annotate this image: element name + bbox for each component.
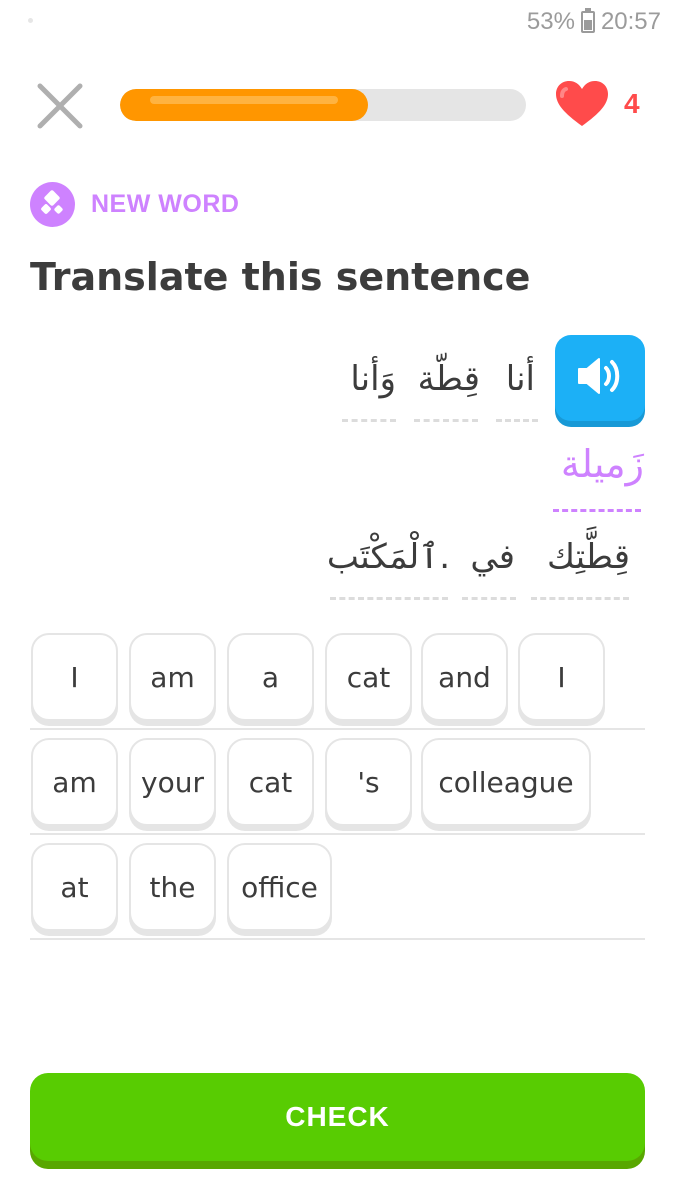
lesson-progress-bar: [120, 89, 526, 121]
play-audio-button[interactable]: [555, 335, 645, 421]
status-bar: 53% 20:57: [0, 0, 675, 46]
lesson-screen: 53% 20:57 4 NEW WORD Translate this sent…: [0, 0, 675, 1200]
word-chip[interactable]: office: [227, 843, 332, 931]
new-word-icon: [30, 182, 75, 227]
word-underline: [462, 597, 516, 600]
status-right: 53% 20:57: [527, 8, 661, 36]
word-chip[interactable]: I: [31, 633, 118, 721]
word-chip[interactable]: cat: [227, 738, 314, 826]
word-underline: [496, 419, 538, 422]
battery-percent: 53%: [526, 8, 575, 35]
word-chip[interactable]: am: [129, 633, 216, 721]
hearts-indicator[interactable]: 4: [554, 80, 640, 128]
sentence-word[interactable]: قِطَّتِك: [547, 540, 630, 574]
word-bank-line: [30, 728, 645, 730]
new-word-underline: [553, 509, 641, 512]
progress-shine: [150, 96, 338, 104]
sentence-word[interactable]: ٱلْمَكْتَب.: [327, 540, 450, 574]
hearts-count: 4: [624, 88, 640, 119]
heart-icon: [556, 81, 608, 126]
word-bank-line: [30, 938, 645, 940]
sentence-word[interactable]: أنا: [506, 362, 535, 396]
word-chip[interactable]: and: [421, 633, 508, 721]
word-chip[interactable]: am: [31, 738, 118, 826]
word-underline: [531, 597, 629, 600]
notification-dot: [28, 18, 33, 23]
battery-icon: [580, 8, 595, 33]
word-chip[interactable]: the: [129, 843, 216, 931]
word-chip[interactable]: at: [31, 843, 118, 931]
speaker-icon: [578, 358, 620, 394]
word-bank-line: [30, 833, 645, 835]
new-word-badge: NEW WORD: [30, 182, 239, 227]
word-chip[interactable]: 's: [325, 738, 412, 826]
word-chip[interactable]: cat: [325, 633, 412, 721]
progress-fill: [120, 89, 368, 121]
word-chip[interactable]: I: [518, 633, 605, 721]
new-word-label: NEW WORD: [91, 190, 240, 218]
sentence-word[interactable]: قِطّة: [418, 362, 480, 396]
close-button[interactable]: [36, 82, 84, 130]
word-underline: [342, 419, 396, 422]
word-chip[interactable]: colleague: [421, 738, 591, 826]
clock: 20:57: [600, 8, 661, 35]
word-chip[interactable]: a: [227, 633, 314, 721]
word-chip[interactable]: your: [129, 738, 216, 826]
sentence-word[interactable]: وَأنا: [350, 362, 396, 396]
new-word-highlight[interactable]: زَميلة: [561, 445, 644, 483]
word-underline: [414, 419, 478, 422]
check-button[interactable]: CHECK: [30, 1073, 645, 1161]
word-underline: [330, 597, 448, 600]
page-title: Translate this sentence: [30, 255, 531, 299]
close-icon: [37, 83, 83, 129]
sentence-word[interactable]: في: [470, 540, 515, 574]
